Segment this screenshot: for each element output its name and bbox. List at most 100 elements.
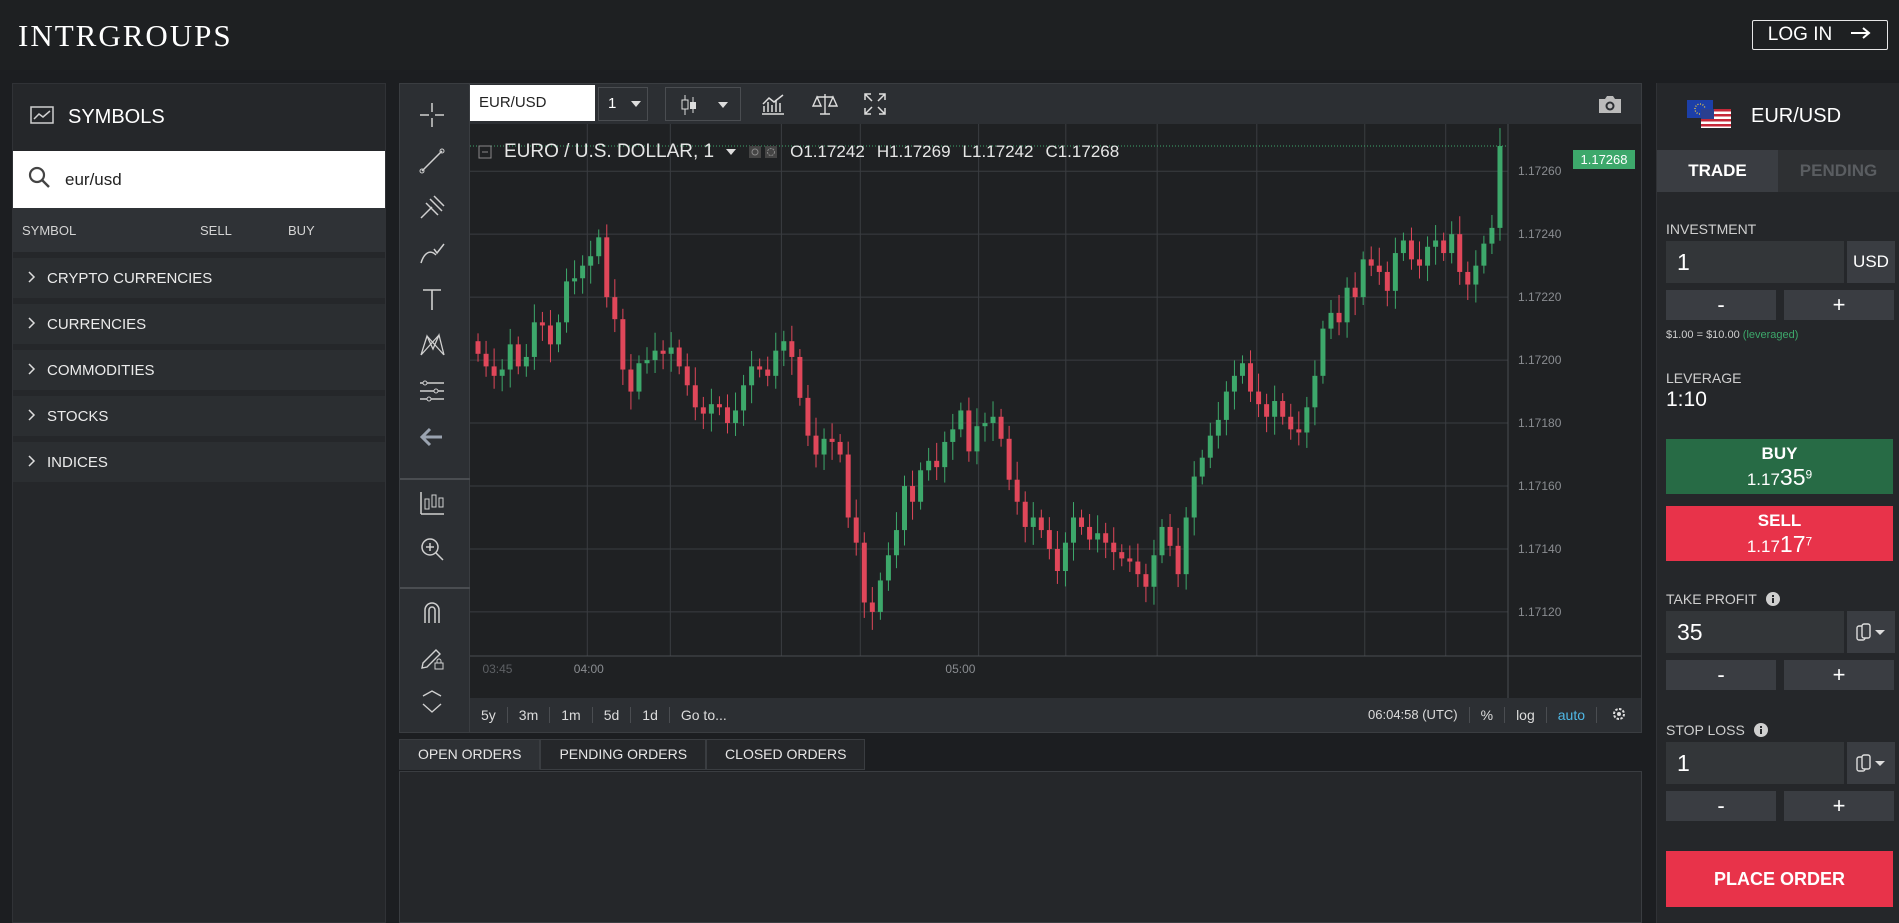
arrow-left-icon[interactable]	[415, 420, 449, 454]
candle-body	[1473, 265, 1479, 285]
candle-body	[1191, 476, 1197, 518]
indicators-icon[interactable]	[760, 92, 786, 121]
auto-scale-toggle[interactable]: auto	[1547, 707, 1597, 723]
tab-pending[interactable]: PENDING	[1778, 150, 1899, 192]
timeframe-1m[interactable]: 1m	[550, 707, 593, 723]
tab-closed-orders[interactable]: CLOSED ORDERS	[706, 739, 866, 770]
candle-body	[1183, 517, 1189, 575]
interval-value: 1	[608, 95, 617, 112]
candle-body	[1119, 552, 1125, 559]
chart-toolbar: EUR/USD 1	[470, 84, 1641, 124]
place-order-button[interactable]: PLACE ORDER	[1666, 851, 1893, 907]
lock-drawing-icon[interactable]	[415, 641, 449, 675]
candle-body	[596, 237, 602, 257]
log-scale-toggle[interactable]: log	[1505, 707, 1547, 723]
candle-body	[845, 454, 851, 518]
stop-loss-decrease-button[interactable]: -	[1666, 791, 1776, 821]
caret-down-icon[interactable]	[726, 149, 737, 155]
col-symbol[interactable]: SYMBOL	[22, 223, 200, 238]
utc-clock[interactable]: 06:04:58 (UTC)	[1357, 707, 1470, 723]
percent-scale-toggle[interactable]: %	[1470, 707, 1506, 723]
col-sell[interactable]: SELL	[200, 223, 288, 238]
buy-price: 1.17359	[1746, 464, 1813, 490]
timeframe-3m[interactable]: 3m	[508, 707, 551, 723]
candle-body	[837, 441, 843, 455]
candle-body	[1408, 240, 1414, 260]
timeframe-1d[interactable]: 1d	[631, 707, 670, 723]
collapse-legend-icon[interactable]	[478, 145, 492, 159]
brand-logo[interactable]: INTRGROUPS	[18, 18, 233, 54]
chart-symbol-input[interactable]: EUR/USD	[470, 85, 595, 121]
take-profit-input[interactable]: 35	[1666, 611, 1844, 653]
crosshair-icon[interactable]	[415, 98, 449, 132]
chevron-right-icon	[27, 270, 37, 287]
camera-icon[interactable]	[1597, 93, 1623, 120]
measure-icon[interactable]	[415, 486, 449, 520]
investment-input[interactable]: 1	[1666, 241, 1844, 283]
candle-body	[781, 341, 787, 351]
stop-loss-increase-button[interactable]: +	[1784, 791, 1894, 821]
col-buy[interactable]: BUY	[288, 223, 315, 238]
sell-button[interactable]: SELL 1.17177	[1666, 506, 1893, 561]
chart-settings-icon[interactable]	[1597, 706, 1641, 725]
tab-pending-orders[interactable]: PENDING ORDERS	[540, 739, 707, 770]
price-chart[interactable]: 1.17260 1.17240 1.17220 1.17200 1.17180 1.171…	[470, 124, 1641, 698]
search-input[interactable]	[65, 169, 365, 190]
timeframe-5d[interactable]: 5d	[593, 707, 632, 723]
candle-body	[1457, 234, 1463, 272]
candle-body	[1207, 435, 1213, 458]
y-tick-label: 1.17140	[1518, 542, 1562, 556]
category-label: CURRENCIES	[47, 315, 147, 333]
investment-increase-button[interactable]: +	[1784, 290, 1894, 320]
take-profit-mode-select[interactable]	[1847, 611, 1895, 653]
y-tick-label: 1.17180	[1518, 416, 1562, 430]
goto-date-button[interactable]: Go to...	[670, 707, 738, 723]
buy-button[interactable]: BUY 1.17359	[1666, 439, 1893, 494]
candle-body	[741, 385, 747, 411]
candle-body	[1312, 375, 1318, 408]
candle-body	[1038, 517, 1044, 531]
candle-body	[1489, 227, 1495, 244]
interval-select[interactable]: 1	[598, 87, 648, 121]
chart-type-select[interactable]	[665, 87, 741, 121]
pattern-icon[interactable]	[415, 328, 449, 362]
info-icon[interactable]	[1753, 722, 1769, 738]
timeframe-5y[interactable]: 5y	[470, 707, 508, 723]
text-tool-icon[interactable]	[415, 282, 449, 316]
trend-line-icon[interactable]	[415, 144, 449, 178]
info-icon[interactable]	[1765, 591, 1781, 607]
y-tick-label: 1.17240	[1518, 227, 1562, 241]
compare-icon[interactable]	[811, 92, 839, 121]
symbol-search[interactable]	[13, 151, 385, 208]
category-stocks[interactable]: STOCKS	[13, 396, 385, 436]
magnet-icon[interactable]	[415, 595, 449, 629]
take-profit-increase-button[interactable]: +	[1784, 660, 1894, 690]
tab-open-orders[interactable]: OPEN ORDERS	[399, 739, 541, 770]
category-indices[interactable]: INDICES	[13, 442, 385, 482]
category-commodities[interactable]: COMMODITIES	[13, 350, 385, 390]
settings-small-icon[interactable]	[764, 145, 778, 159]
candle-body	[652, 350, 658, 361]
drawing-toolbar	[400, 84, 470, 732]
category-crypto-currencies[interactable]: CRYPTO CURRENCIES	[13, 258, 385, 298]
candle-body	[1248, 363, 1254, 392]
take-profit-decrease-button[interactable]: -	[1666, 660, 1776, 690]
brush-icon[interactable]	[415, 236, 449, 270]
take-profit-label-row: TAKE PROFIT	[1666, 591, 1781, 607]
stop-loss-mode-select[interactable]	[1847, 742, 1895, 784]
zoom-in-icon[interactable]	[415, 532, 449, 566]
fullscreen-icon[interactable]	[863, 92, 887, 121]
login-button[interactable]: LOG IN	[1752, 20, 1888, 50]
pitchfork-icon[interactable]	[415, 190, 449, 224]
y-tick-label: 1.17260	[1518, 164, 1562, 178]
candlestick-chart[interactable]: 1.17260 1.17240 1.17220 1.17200 1.17180 1.171…	[470, 124, 1641, 698]
eye-icon[interactable]	[748, 145, 762, 159]
investment-decrease-button[interactable]: -	[1666, 290, 1776, 320]
candle-body	[660, 350, 666, 354]
fib-retracement-icon[interactable]	[415, 374, 449, 408]
stop-loss-input[interactable]: 1	[1666, 742, 1844, 784]
tab-trade[interactable]: TRADE	[1657, 150, 1778, 192]
candle-body	[1352, 287, 1358, 298]
chevron-down-icon[interactable]	[415, 687, 449, 721]
category-currencies[interactable]: CURRENCIES	[13, 304, 385, 344]
